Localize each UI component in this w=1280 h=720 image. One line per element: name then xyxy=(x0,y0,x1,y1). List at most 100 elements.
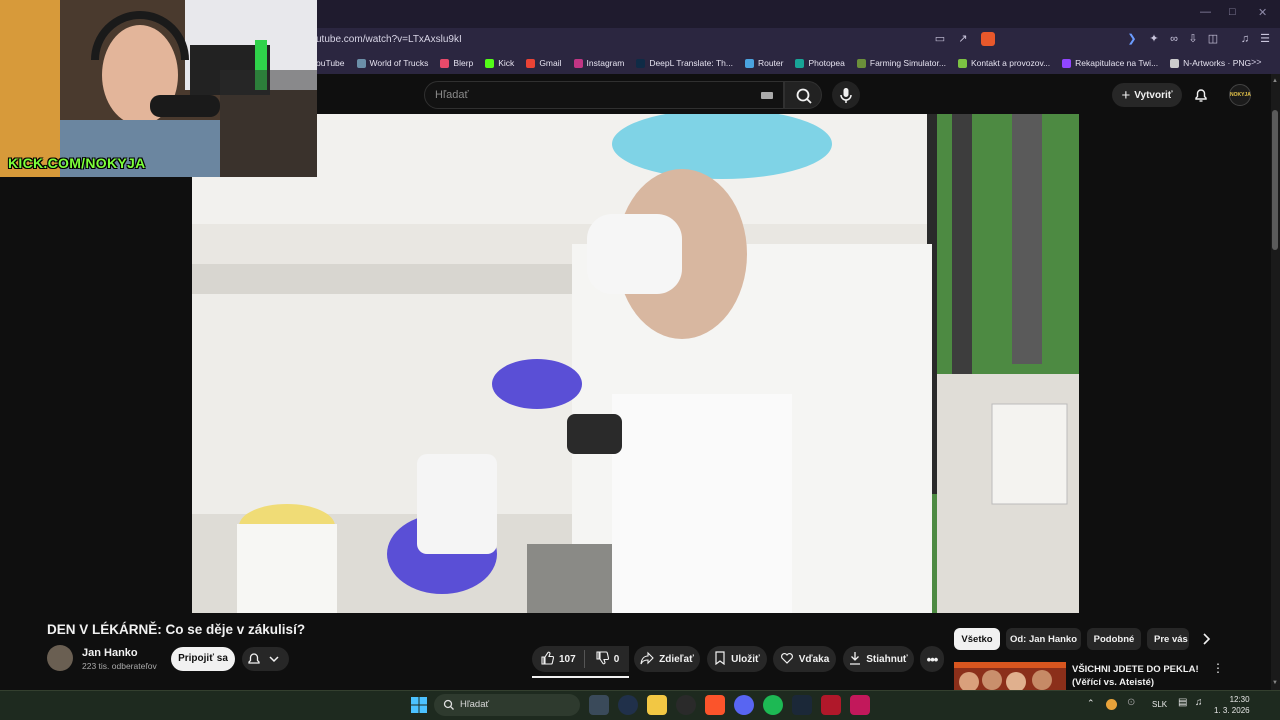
share-icon[interactable]: ↗ xyxy=(957,33,969,45)
account-avatar[interactable]: NOKYJA xyxy=(1229,84,1251,106)
recommendation-menu-icon[interactable]: ⋮ xyxy=(1212,662,1224,674)
recommendation-thumbnail[interactable] xyxy=(954,662,1066,690)
bookmark-item[interactable]: Router xyxy=(744,58,783,68)
menu-icon[interactable]: ☰ xyxy=(1259,33,1271,45)
subscribe-button[interactable]: Pripojiť sa xyxy=(171,647,235,671)
bookmark-icon xyxy=(485,58,495,68)
bookmark-icon xyxy=(1062,58,1072,68)
thanks-heart-icon xyxy=(780,651,794,668)
search-button[interactable] xyxy=(784,81,822,109)
maximize-icon[interactable]: □ xyxy=(1229,6,1236,18)
like-count: 107 xyxy=(559,653,576,665)
chips-next-icon[interactable] xyxy=(1200,632,1212,651)
thanks-label: Vďaka xyxy=(798,653,830,665)
save-button[interactable]: Uložiť xyxy=(707,646,767,672)
file-explorer-icon[interactable] xyxy=(647,695,667,715)
dislike-count: 0 xyxy=(613,653,620,665)
brave-shield-icon[interactable] xyxy=(981,32,995,46)
scroll-down-icon[interactable]: ▼ xyxy=(1272,680,1278,686)
minimize-icon[interactable]: — xyxy=(1200,6,1211,18)
thanks-button[interactable]: Vďaka xyxy=(773,646,836,672)
search-icon xyxy=(796,88,812,104)
subscriber-count: 223 tis. odberateľov xyxy=(82,661,157,671)
bookmark-item[interactable]: Farming Simulator... xyxy=(856,58,946,68)
thumbs-down-icon xyxy=(595,650,609,668)
steam-icon[interactable] xyxy=(792,695,812,715)
tray-app-icon[interactable] xyxy=(1106,699,1117,710)
task-view-icon[interactable] xyxy=(589,695,609,715)
recommendation-title[interactable]: VŠICHNI JDETE DO PEKLA! (Věřící vs. Atei… xyxy=(1072,663,1212,689)
display-icon[interactable]: ▭ xyxy=(934,33,946,45)
volume-icon[interactable]: ♫ xyxy=(1195,697,1203,708)
chevron-down-icon xyxy=(269,656,279,663)
search-input[interactable]: Hľadať xyxy=(424,81,784,109)
app-icon-2[interactable] xyxy=(850,695,870,715)
save-label: Uložiť xyxy=(731,653,760,665)
plus-icon: + xyxy=(1121,86,1131,104)
url-text[interactable]: utube.com/watch?v=LTxAxslu9kI xyxy=(316,34,462,45)
scroll-up-icon[interactable]: ▲ xyxy=(1272,78,1278,84)
vpn-icon[interactable]: ∞ xyxy=(1168,33,1180,45)
bookmark-icon xyxy=(356,58,366,68)
bookmark-item[interactable]: DeepL Translate: Th... xyxy=(636,58,733,68)
download-arrow-icon xyxy=(849,651,861,668)
channel-avatar[interactable] xyxy=(47,645,73,671)
bookmark-icon xyxy=(714,650,726,668)
scrollbar-thumb[interactable] xyxy=(1272,110,1278,250)
dislike-button[interactable]: 0 xyxy=(585,646,629,672)
extensions-icon[interactable]: ✦ xyxy=(1148,33,1160,45)
video-frame-lab-scene xyxy=(192,114,1079,613)
voicemeeter-icon[interactable] xyxy=(821,695,841,715)
bookmarks-overflow-icon[interactable]: >> xyxy=(1251,57,1262,67)
create-button[interactable]: + Vytvoriť xyxy=(1112,83,1182,107)
bookmark-label: Photopea xyxy=(808,58,845,68)
notifications-bell-icon[interactable] xyxy=(1193,87,1209,103)
taskbar-search-icon xyxy=(443,698,455,716)
notification-settings-button[interactable] xyxy=(242,647,289,671)
channel-name[interactable]: Jan Hanko xyxy=(82,647,138,659)
clock-time: 12:30 xyxy=(1229,695,1250,704)
tray-overflow-icon[interactable]: ⌃ xyxy=(1087,698,1095,709)
bookmark-icon xyxy=(744,58,754,68)
download-button[interactable]: Stiahnuť xyxy=(843,646,914,672)
start-windows-icon[interactable] xyxy=(410,696,428,719)
bookmark-item[interactable]: Photopea xyxy=(795,58,845,68)
music-icon[interactable]: ♫ xyxy=(1239,33,1251,45)
recommendation-thumbnail-image xyxy=(954,662,1066,690)
chip-related[interactable]: Podobné xyxy=(1087,628,1141,650)
chip-all[interactable]: Všetko xyxy=(954,628,1000,650)
tray-mic-icon[interactable]: ⊙ xyxy=(1127,697,1135,708)
download-icon[interactable]: ⇩ xyxy=(1187,33,1199,45)
bookmark-item[interactable]: Instagram xyxy=(573,58,624,68)
input-language[interactable]: SLK xyxy=(1152,700,1167,709)
bookmark-item[interactable]: ouTube xyxy=(316,58,345,68)
spotify-icon[interactable] xyxy=(763,695,783,715)
network-icon[interactable]: ▤ xyxy=(1178,697,1187,708)
bookmark-icon xyxy=(957,58,967,68)
video-title: DEN V LÉKÁRNĚ: Co se děje v zákulisí? xyxy=(47,622,306,637)
system-clock[interactable]: 12:30 1. 3. 2026 xyxy=(1214,694,1250,716)
bookmark-label: Kontakt a provozov... xyxy=(970,58,1051,68)
more-actions-icon[interactable]: ••• xyxy=(920,646,944,672)
share-button[interactable]: Zdieľať xyxy=(634,646,700,672)
app-icon-1[interactable] xyxy=(618,695,638,715)
bookmark-item[interactable]: Blerp xyxy=(440,58,473,68)
video-player[interactable] xyxy=(192,114,1079,613)
keyboard-icon[interactable] xyxy=(761,92,773,99)
bookmark-item[interactable]: N-Artworks · PNG xyxy=(1170,58,1251,68)
bookmark-item[interactable]: Kick xyxy=(485,58,514,68)
bookmark-item[interactable]: Rekapitulace na Twi... xyxy=(1062,58,1158,68)
taskbar-search-input[interactable]: Hľadať xyxy=(434,694,580,716)
brave-browser-icon[interactable] xyxy=(705,695,725,715)
close-icon[interactable]: ✕ xyxy=(1258,6,1267,19)
chip-from-channel[interactable]: Od: Jan Hanko xyxy=(1006,628,1081,650)
voice-search-button[interactable] xyxy=(832,81,860,109)
chip-for-you[interactable]: Pre vás xyxy=(1147,628,1189,650)
obs-icon[interactable] xyxy=(676,695,696,715)
bookmark-item[interactable]: World of Trucks xyxy=(356,58,428,68)
trash-icon[interactable]: ◫ xyxy=(1207,33,1219,45)
audio-icon[interactable]: ❯ xyxy=(1126,33,1138,45)
bookmark-item[interactable]: Gmail xyxy=(526,58,562,68)
discord-icon[interactable] xyxy=(734,695,754,715)
bookmark-item[interactable]: Kontakt a provozov... xyxy=(957,58,1051,68)
